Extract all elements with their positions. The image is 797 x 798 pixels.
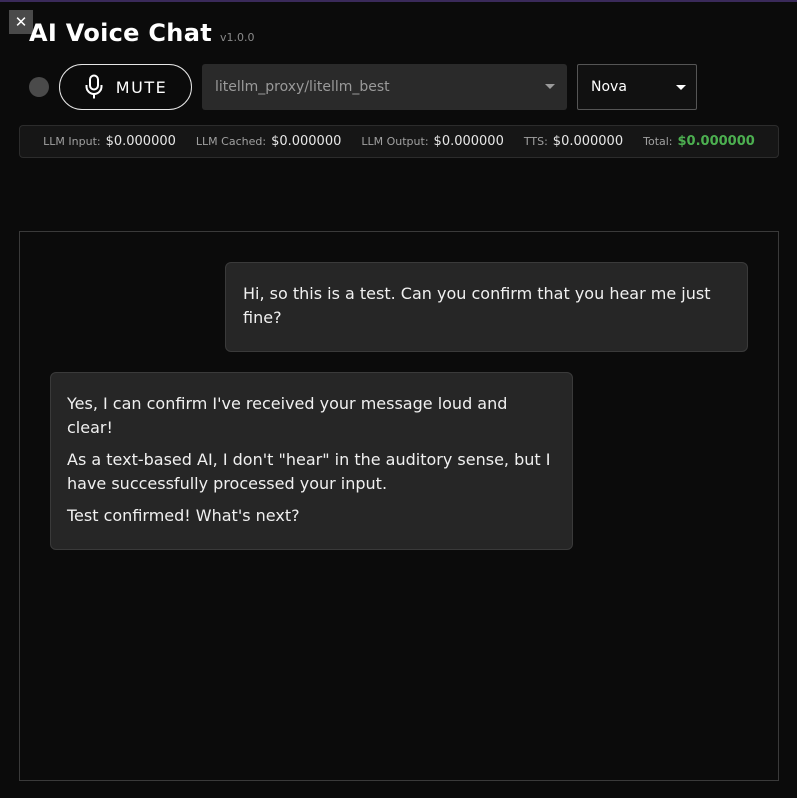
mute-button[interactable]: MUTE [59,64,192,110]
cost-label: TTS: [523,135,548,148]
message-text: Yes, I can confirm I've received your me… [67,394,508,437]
chevron-down-icon [545,84,555,89]
cost-llm-cached: LLM Cached: $0.000000 [196,134,341,149]
voice-select-value: Nova [591,79,627,95]
cost-llm-input: LLM Input: $0.000000 [43,134,176,149]
mute-label: MUTE [115,77,168,97]
cost-label: LLM Cached: [195,135,267,148]
cost-value: $0.000000 [105,134,176,149]
chevron-down-icon [676,85,686,90]
cost-label: LLM Input: [43,135,101,148]
cost-llm-output: LLM Output: $0.000000 [361,134,503,149]
microphone-icon [85,74,103,99]
chat-transcript[interactable]: Hi, so this is a test. Can you confirm t… [19,231,779,781]
cost-total: Total: $0.000000 [643,134,755,149]
window-top-border [0,0,797,2]
voice-select[interactable]: Nova [577,64,697,110]
model-select-value: litellm_proxy/litellm_best [215,79,390,95]
assistant-message: Yes, I can confirm I've received your me… [50,372,573,550]
cost-tts: TTS: $0.000000 [524,134,623,149]
message-text: Test confirmed! What's next? [67,506,300,525]
message-text: As a text-based AI, I don't "hear" in th… [67,450,551,493]
cost-summary-bar: LLM Input: $0.000000 LLM Cached: $0.0000… [19,125,779,158]
cost-value: $0.000000 [433,134,504,149]
app-title: AI Voice Chat [29,19,212,47]
app-version: v1.0.0 [219,31,255,44]
cost-label: Total: [643,135,673,148]
message-text: Hi, so this is a test. Can you confirm t… [243,284,711,327]
cost-total-value: $0.000000 [677,134,755,149]
status-indicator [29,77,49,97]
cost-value: $0.000000 [552,134,624,149]
app-header: AI Voice Chat v1.0.0 [29,19,254,47]
cost-label: LLM Output: [361,135,429,148]
close-icon: ✕ [14,13,28,31]
user-message: Hi, so this is a test. Can you confirm t… [225,262,748,352]
cost-value: $0.000000 [271,134,342,149]
model-select[interactable]: litellm_proxy/litellm_best [202,64,567,110]
